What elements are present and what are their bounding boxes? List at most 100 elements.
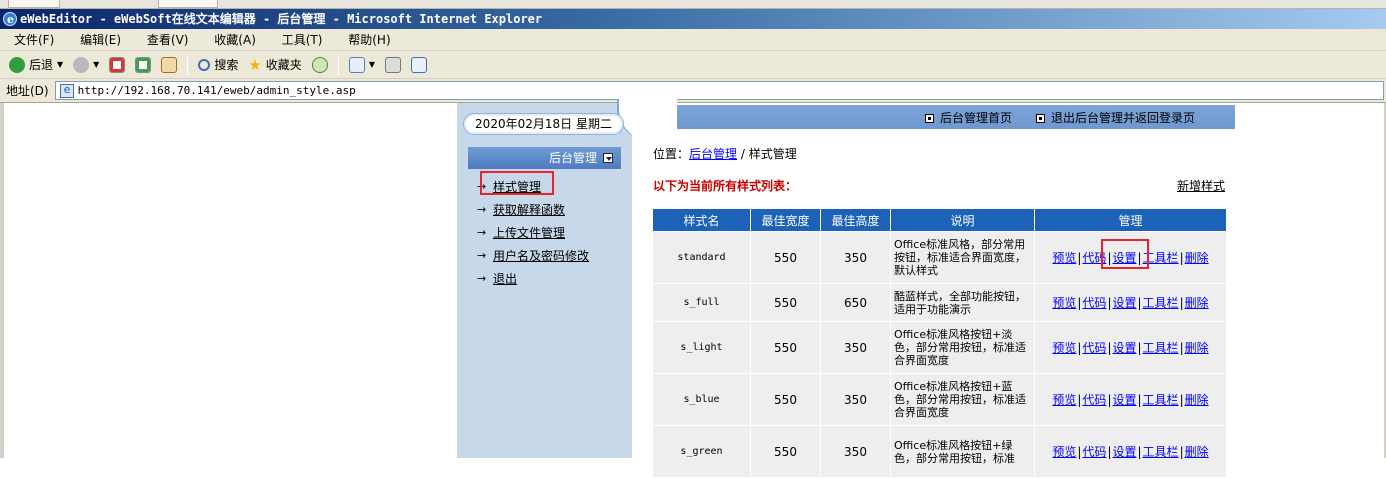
sidebar-title-label: 后台管理 xyxy=(548,151,597,165)
preview-link[interactable]: 预览 xyxy=(1052,341,1076,355)
menu-help[interactable]: 帮助(H) xyxy=(340,29,398,51)
new-style-link[interactable]: 新增样式 xyxy=(1177,177,1225,194)
style-name: s_full xyxy=(653,284,750,321)
toolbar-link[interactable]: 工具栏 xyxy=(1143,341,1179,355)
sidebar-item-label[interactable]: 上传文件管理 xyxy=(493,224,565,242)
back-button[interactable]: 后退 ▼ xyxy=(6,54,66,76)
style-ops: 预览|代码|设置|工具栏|删除 xyxy=(1035,284,1226,321)
toolbar-link[interactable]: 工具栏 xyxy=(1143,296,1179,310)
col-header: 最佳高度 xyxy=(821,209,890,231)
top-tab-strip xyxy=(0,0,1386,9)
delete-link[interactable]: 删除 xyxy=(1185,341,1209,355)
edit-button[interactable] xyxy=(408,54,430,76)
code-link[interactable]: 代码 xyxy=(1082,341,1106,355)
delete-link[interactable]: 删除 xyxy=(1185,251,1209,265)
toolbar-link[interactable]: 工具栏 xyxy=(1143,393,1179,407)
address-input[interactable]: http://192.168.70.141/eweb/admin_style.a… xyxy=(54,81,1384,100)
style-desc: Office标准风格按钮+绿色，部分常用按钮，标准 xyxy=(891,426,1034,477)
logout-return-link[interactable]: 退出后台管理并返回登录页 xyxy=(1035,110,1195,126)
mail-button[interactable]: ▼ xyxy=(346,54,378,76)
style-name: s_light xyxy=(653,322,750,373)
search-button[interactable]: 搜索 xyxy=(195,54,241,76)
settings-link[interactable]: 设置 xyxy=(1112,445,1136,459)
style-height: 350 xyxy=(821,322,890,373)
toolbar-link[interactable]: 工具栏 xyxy=(1143,445,1179,459)
style-width: 550 xyxy=(751,374,820,425)
preview-link[interactable]: 预览 xyxy=(1052,445,1076,459)
search-label: 搜索 xyxy=(214,58,239,72)
col-header: 管理 xyxy=(1035,209,1226,231)
admin-frame: 后台管理首页 退出后台管理并返回登录页 2020年02月18日 星期二 后台管理… xyxy=(457,99,1235,478)
sidebar-item-logout[interactable]: → 退出 xyxy=(477,267,589,290)
style-ops: 预览|代码|设置|工具栏|删除 xyxy=(1035,426,1226,477)
delete-link[interactable]: 删除 xyxy=(1185,393,1209,407)
chevron-down-icon[interactable]: ▼ xyxy=(93,60,99,69)
chevron-down-icon[interactable]: ▼ xyxy=(369,60,375,69)
sidebar-item-upload-files[interactable]: → 上传文件管理 xyxy=(477,221,589,244)
sidebar-item-label[interactable]: 获取解释函数 xyxy=(493,201,565,219)
delete-link[interactable]: 删除 xyxy=(1185,296,1209,310)
col-header: 样式名 xyxy=(653,209,750,231)
forward-arrow-icon xyxy=(73,56,90,73)
media-button[interactable] xyxy=(309,54,331,76)
style-ops: 预览|代码|设置|工具栏|删除 xyxy=(1035,374,1226,425)
refresh-button[interactable] xyxy=(132,54,154,76)
window-title: eWebEditor - eWebSoft在线文本编辑器 - 后台管理 - Mi… xyxy=(20,12,543,26)
settings-link[interactable]: 设置 xyxy=(1112,393,1136,407)
chevron-down-icon[interactable]: ▼ xyxy=(57,60,63,69)
sidebar-title[interactable]: 后台管理 xyxy=(468,147,621,169)
delete-link[interactable]: 删除 xyxy=(1185,445,1209,459)
mail-icon xyxy=(348,56,365,73)
code-link[interactable]: 代码 xyxy=(1082,393,1106,407)
print-button[interactable] xyxy=(382,54,404,76)
preview-link[interactable]: 预览 xyxy=(1052,296,1076,310)
back-label: 后退 xyxy=(29,58,54,72)
collapse-icon[interactable] xyxy=(603,153,613,163)
menu-bar: 文件(F) 编辑(E) 查看(V) 收藏(A) 工具(T) 帮助(H) xyxy=(0,29,1386,51)
page-icon xyxy=(59,83,74,98)
sidebar-item-user-password[interactable]: → 用户名及密码修改 xyxy=(477,244,589,267)
stop-button[interactable] xyxy=(106,54,128,76)
settings-link[interactable]: 设置 xyxy=(1112,341,1136,355)
preview-link[interactable]: 预览 xyxy=(1052,393,1076,407)
home-button[interactable] xyxy=(158,54,180,76)
tab-stub[interactable] xyxy=(158,0,218,8)
menu-view[interactable]: 查看(V) xyxy=(139,29,197,51)
highlight-box-sidebar xyxy=(480,171,554,195)
breadcrumb-link[interactable]: 后台管理 xyxy=(689,147,737,161)
menu-edit[interactable]: 编辑(E) xyxy=(72,29,129,51)
header-links: 后台管理首页 退出后台管理并返回登录页 xyxy=(924,110,1195,126)
menu-tools[interactable]: 工具(T) xyxy=(274,29,331,51)
settings-link[interactable]: 设置 xyxy=(1112,296,1136,310)
main-pane: 位置：后台管理 / 样式管理 以下为当前所有样式列表： 新增样式 样式名 最佳宽… xyxy=(632,129,1235,478)
logout-return-label[interactable]: 退出后台管理并返回登录页 xyxy=(1051,110,1195,126)
forward-button[interactable]: ▼ xyxy=(70,54,102,76)
edit-page-icon xyxy=(410,56,427,73)
arrow-right-icon: → xyxy=(477,202,487,216)
code-link[interactable]: 代码 xyxy=(1082,445,1106,459)
sidebar-item-label[interactable]: 退出 xyxy=(493,270,517,288)
admin-home-label[interactable]: 后台管理首页 xyxy=(940,110,1012,126)
breadcrumb-sep: / xyxy=(737,147,749,161)
address-url[interactable]: http://192.168.70.141/eweb/admin_style.a… xyxy=(78,84,356,97)
code-link[interactable]: 代码 xyxy=(1082,296,1106,310)
sidebar-item-label[interactable]: 用户名及密码修改 xyxy=(493,247,589,265)
table-row: s_blue 550 350 Office标准风格按钮+蓝色，部分常用按钮，标准… xyxy=(653,374,1226,425)
search-icon xyxy=(198,58,211,71)
page-viewport: 后台管理首页 退出后台管理并返回登录页 2020年02月18日 星期二 后台管理… xyxy=(0,99,1386,478)
menu-file[interactable]: 文件(F) xyxy=(6,29,62,51)
style-height: 350 xyxy=(821,232,890,283)
breadcrumb: 位置：后台管理 / 样式管理 xyxy=(653,145,797,162)
admin-home-link[interactable]: 后台管理首页 xyxy=(924,110,1012,126)
table-header-row: 样式名 最佳宽度 最佳高度 说明 管理 xyxy=(653,209,1226,231)
sidebar-item-get-functions[interactable]: → 获取解释函数 xyxy=(477,198,589,221)
preview-link[interactable]: 预览 xyxy=(1052,251,1076,265)
tab-stub[interactable] xyxy=(8,0,60,8)
menu-favorites[interactable]: 收藏(A) xyxy=(206,29,264,51)
col-header: 说明 xyxy=(891,209,1034,231)
browser-toolbar: 后退 ▼ ▼ 搜索 ★ 收藏夹 ▼ xyxy=(0,51,1386,79)
table-row: s_light 550 350 Office标准风格按钮+淡色，部分常用按钮，标… xyxy=(653,322,1226,373)
address-bar: 地址(D) http://192.168.70.141/eweb/admin_s… xyxy=(0,79,1386,103)
arrow-right-icon: → xyxy=(477,225,487,239)
favorites-button[interactable]: ★ 收藏夹 xyxy=(245,54,304,76)
